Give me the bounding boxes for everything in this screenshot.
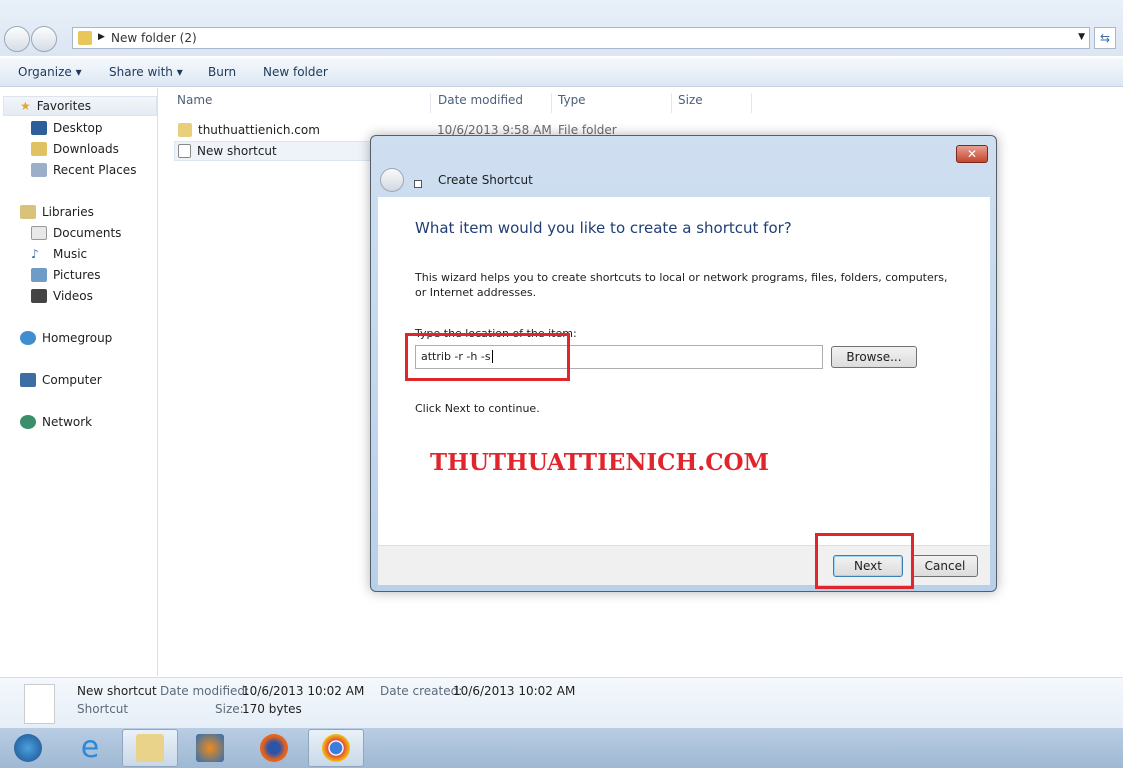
- sidebar-item-music[interactable]: ♪ Music: [31, 244, 87, 264]
- label: Desktop: [53, 121, 103, 135]
- videos-icon: [31, 289, 47, 303]
- highlight-box-next: [815, 533, 914, 589]
- libraries-icon: [20, 205, 36, 219]
- burn-button[interactable]: Burn: [208, 65, 236, 79]
- sidebar-item-favorites[interactable]: ★ Favorites: [3, 96, 157, 116]
- file-name: thuthuattienich.com: [198, 123, 320, 137]
- cancel-button[interactable]: Cancel: [912, 555, 978, 577]
- firefox-icon: [260, 734, 288, 762]
- pictures-icon: [31, 268, 47, 282]
- label: Favorites: [36, 99, 91, 113]
- detail-date-created: 10/6/2013 10:02 AM: [453, 684, 576, 698]
- desktop-icon: [31, 121, 47, 135]
- new-folder-button[interactable]: New folder: [263, 65, 328, 79]
- downloads-icon: [31, 142, 47, 156]
- label: Network: [42, 415, 93, 429]
- close-button[interactable]: ✕: [956, 145, 988, 163]
- highlight-box-input: [405, 333, 570, 381]
- sidebar-item-libraries[interactable]: Libraries: [20, 202, 94, 222]
- hint-text: Click Next to continue.: [415, 402, 540, 415]
- file-row[interactable]: thuthuattienich.com: [178, 120, 320, 140]
- taskbar-explorer[interactable]: [122, 729, 178, 767]
- folder-icon: [78, 31, 92, 45]
- chevron-down-icon[interactable]: ▼: [1078, 32, 1085, 42]
- dialog-description: This wizard helps you to create shortcut…: [415, 271, 948, 299]
- start-button[interactable]: [0, 729, 56, 767]
- sidebar-item-documents[interactable]: Documents: [31, 223, 121, 243]
- sidebar-item-homegroup[interactable]: Homegroup: [20, 328, 112, 348]
- windows-start-icon: [14, 734, 42, 762]
- label: Date created:: [380, 684, 463, 698]
- watermark: THUTHUATTIENICH.COM: [430, 449, 770, 476]
- command-bar: Organize ▾ Share with ▾ Burn New folder: [0, 58, 1123, 87]
- column-header-size[interactable]: Size: [660, 93, 752, 113]
- label: Documents: [53, 226, 122, 240]
- label: Videos: [53, 289, 93, 303]
- taskbar-ie[interactable]: e: [62, 729, 118, 767]
- network-icon: [20, 415, 36, 429]
- taskbar-chrome[interactable]: [308, 729, 364, 767]
- recent-places-icon: [31, 163, 47, 177]
- homegroup-icon: [20, 331, 36, 345]
- music-icon: ♪: [31, 247, 39, 261]
- back-button[interactable]: [380, 168, 404, 192]
- folder-icon: [178, 123, 192, 137]
- star-icon: ★: [20, 99, 31, 113]
- taskbar-media-player[interactable]: [182, 729, 238, 767]
- label: Size:: [215, 702, 244, 716]
- browse-button[interactable]: Browse...: [831, 346, 917, 368]
- shortcut-icon: [414, 180, 422, 188]
- details-pane: New shortcut Shortcut Date modified: 10/…: [0, 677, 1123, 728]
- label: Downloads: [53, 142, 119, 156]
- computer-icon: [20, 373, 36, 387]
- navigation-bar: ▶ New folder (2) ▼ ⇆: [0, 0, 1123, 56]
- taskbar-firefox[interactable]: [246, 729, 302, 767]
- sidebar-item-downloads[interactable]: Downloads: [31, 139, 119, 159]
- address-bar[interactable]: ▶ New folder (2) ▼: [72, 27, 1090, 49]
- taskbar: e: [0, 728, 1123, 768]
- sidebar-item-network[interactable]: Network: [20, 412, 92, 432]
- share-with-button[interactable]: Share with ▾: [109, 65, 183, 79]
- chevron-right-icon: ▶: [98, 32, 105, 42]
- internet-explorer-icon: e: [80, 730, 100, 765]
- sidebar-item-videos[interactable]: Videos: [31, 286, 93, 306]
- sidebar-item-recent-places[interactable]: Recent Places: [31, 160, 136, 180]
- organize-button[interactable]: Organize ▾: [18, 65, 82, 79]
- file-icon: [24, 684, 55, 724]
- column-header-date-modified[interactable]: Date modified: [420, 93, 552, 113]
- media-player-icon: [196, 734, 224, 762]
- file-name: New shortcut: [197, 144, 277, 158]
- shortcut-icon: [178, 144, 191, 158]
- sidebar-item-desktop[interactable]: Desktop: [31, 118, 103, 138]
- label: Date modified:: [160, 684, 250, 698]
- detail-name: New shortcut: [77, 684, 157, 698]
- dialog-heading: What item would you like to create a sho…: [415, 219, 792, 237]
- folder-icon: [136, 734, 164, 762]
- sidebar-item-pictures[interactable]: Pictures: [31, 265, 101, 285]
- column-header-type[interactable]: Type: [540, 93, 672, 113]
- documents-icon: [31, 226, 47, 240]
- label: Recent Places: [53, 163, 137, 177]
- detail-type: Shortcut: [77, 702, 129, 716]
- forward-button[interactable]: [31, 26, 57, 52]
- label: Music: [53, 247, 88, 261]
- detail-size: 170 bytes: [242, 702, 302, 716]
- detail-date-modified: 10/6/2013 10:02 AM: [242, 684, 365, 698]
- address-text: New folder (2): [111, 31, 197, 45]
- label: Libraries: [42, 205, 94, 219]
- label: Computer: [42, 373, 102, 387]
- file-row-selected[interactable]: New shortcut: [174, 141, 374, 161]
- sidebar-item-computer[interactable]: Computer: [20, 370, 102, 390]
- dialog-title: Create Shortcut: [438, 173, 533, 187]
- refresh-icon[interactable]: ⇆: [1094, 27, 1116, 49]
- label: Homegroup: [42, 331, 113, 345]
- label: Pictures: [53, 268, 101, 282]
- column-header-name[interactable]: Name: [159, 93, 431, 113]
- chrome-icon: [322, 734, 350, 762]
- navigation-pane: ★ Favorites Desktop Downloads Recent Plac…: [0, 88, 158, 676]
- back-button[interactable]: [4, 26, 30, 52]
